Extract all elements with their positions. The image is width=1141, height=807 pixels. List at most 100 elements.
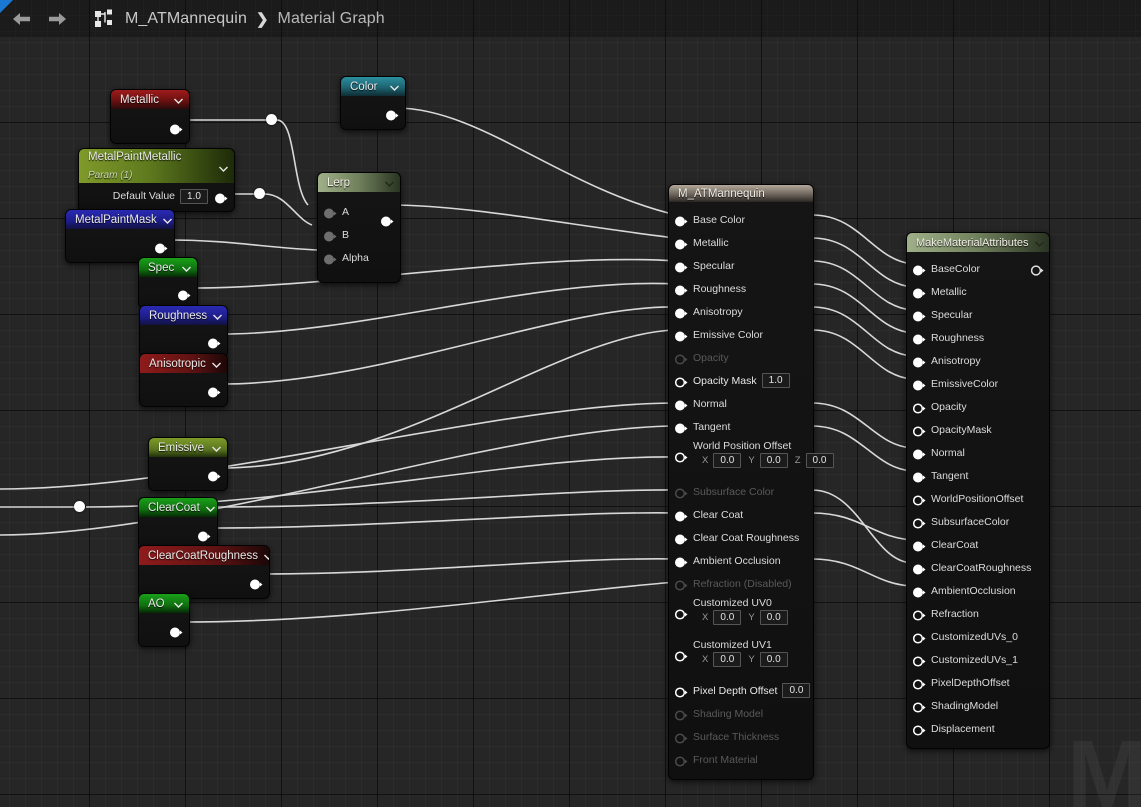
pin-row[interactable]: Anisotropy: [907, 349, 1049, 372]
reroute-node[interactable]: [266, 114, 277, 125]
pin-row[interactable]: Normal: [669, 392, 813, 415]
node-header[interactable]: Emissive: [149, 438, 227, 457]
pin-row[interactable]: Clear Coat: [669, 503, 813, 526]
pin-row[interactable]: BaseColor: [907, 257, 1049, 280]
breadcrumb-item-graph[interactable]: Material Graph: [278, 10, 385, 28]
pin-connector[interactable]: [674, 685, 688, 698]
pin-row[interactable]: Anisotropy: [669, 300, 813, 323]
arrow-right-icon[interactable]: [44, 7, 70, 31]
chevron-down-icon[interactable]: [212, 355, 221, 373]
pin-row[interactable]: ClearCoatRoughness: [907, 556, 1049, 579]
node-clearcoat-roughness[interactable]: ClearCoatRoughness: [138, 545, 270, 599]
pin-connector[interactable]: [675, 329, 688, 342]
pin-row[interactable]: EmissiveColor: [907, 372, 1049, 395]
output-pin[interactable]: [215, 191, 228, 204]
chevron-down-icon[interactable]: [174, 91, 183, 109]
node-header[interactable]: Lerp: [318, 173, 400, 192]
node-roughness[interactable]: Roughness: [139, 305, 228, 358]
pin-row[interactable]: Pixel Depth Offset 0.0: [669, 679, 813, 702]
axis-value-input[interactable]: 0.0: [713, 453, 742, 468]
pin-connector[interactable]: [674, 731, 688, 744]
node-header[interactable]: AO: [139, 594, 189, 613]
pin-connector[interactable]: [913, 585, 926, 598]
pin-connector[interactable]: [674, 375, 688, 388]
node-metal-paint-mask[interactable]: MetalPaintMask: [65, 209, 175, 263]
chevron-down-icon[interactable]: [263, 547, 269, 565]
axis-value-input[interactable]: 0.0: [713, 610, 742, 625]
pin-connector[interactable]: [675, 398, 688, 411]
chevron-down-icon[interactable]: [174, 595, 183, 613]
node-lerp[interactable]: Lerp A B Alpha: [317, 172, 401, 283]
pin-row[interactable]: Clear Coat Roughness: [669, 526, 813, 549]
axis-value-input[interactable]: 0.0: [759, 453, 788, 468]
pin-connector[interactable]: [912, 700, 926, 713]
pin-connector[interactable]: [913, 263, 926, 276]
pin-row[interactable]: Front Material: [669, 748, 813, 771]
reroute-node[interactable]: [74, 501, 85, 512]
node-header[interactable]: MetalPaintMetallic Param (1): [79, 149, 234, 183]
pin-connector[interactable]: [912, 723, 926, 736]
pin-row[interactable]: Refraction: [907, 602, 1049, 625]
pin-connector[interactable]: [912, 677, 926, 690]
pin-value-input[interactable]: 1.0: [761, 373, 790, 388]
chevron-down-icon[interactable]: [162, 211, 172, 229]
pin-connector[interactable]: [674, 649, 688, 662]
node-make-material-attributes[interactable]: MakeMaterialAttributes BaseColor Metallic…: [906, 232, 1050, 749]
pin-connector[interactable]: [912, 654, 926, 667]
pin-connector[interactable]: [913, 470, 926, 483]
pin-row[interactable]: Customized UV1 X 0.0 Y 0.0: [669, 637, 813, 679]
pin-row[interactable]: WorldPositionOffset: [907, 487, 1049, 510]
node-header[interactable]: Spec: [139, 258, 197, 277]
pin-connector[interactable]: [912, 493, 926, 506]
pin-connector[interactable]: [912, 516, 926, 529]
output-pin[interactable]: [155, 241, 168, 254]
pin-row[interactable]: ClearCoat: [907, 533, 1049, 556]
pin-row[interactable]: ShadingModel: [907, 694, 1049, 717]
lerp-input-alpha[interactable]: Alpha: [318, 246, 400, 269]
pin-row[interactable]: Subsurface Color: [669, 480, 813, 503]
graph-canvas[interactable]: Metallic MetalPaintMetallic Param (1) De…: [0, 37, 1141, 807]
output-pin[interactable]: [386, 108, 399, 121]
pin-row[interactable]: Specular: [907, 303, 1049, 326]
chevron-down-icon[interactable]: [212, 439, 221, 457]
pin-connector[interactable]: [674, 708, 688, 721]
pin-connector[interactable]: [912, 401, 926, 414]
output-pin[interactable]: [208, 469, 221, 482]
pin-row[interactable]: Opacity Mask 1.0: [669, 369, 813, 392]
node-header[interactable]: MetalPaintMask: [66, 210, 174, 229]
pin-row[interactable]: SubsurfaceColor: [907, 510, 1049, 533]
pin-row[interactable]: CustomizedUVs_1: [907, 648, 1049, 671]
pin-connector[interactable]: [675, 306, 688, 319]
pin-row[interactable]: Roughness: [669, 277, 813, 300]
pin-row[interactable]: Specular: [669, 254, 813, 277]
pin-connector[interactable]: [674, 450, 688, 463]
chevron-down-icon[interactable]: [213, 307, 223, 325]
output-pin[interactable]: [381, 214, 394, 227]
node-header[interactable]: ClearCoatRoughness: [139, 546, 269, 565]
pin-connector[interactable]: [913, 539, 926, 552]
chevron-down-icon[interactable]: [390, 78, 399, 96]
pin-connector[interactable]: [674, 607, 688, 620]
pin-row[interactable]: Customized UV0 X 0.0 Y 0.0: [669, 595, 813, 637]
pin-row[interactable]: World Position Offset X 0.0 Y 0.0 Z 0.0: [669, 438, 834, 480]
pin-row[interactable]: Metallic: [669, 231, 813, 254]
node-color[interactable]: Color: [340, 76, 406, 130]
pin-connector[interactable]: [913, 447, 926, 460]
node-ao[interactable]: AO: [138, 593, 190, 647]
pin-connector[interactable]: [913, 562, 926, 575]
chevron-down-icon[interactable]: [205, 499, 215, 517]
axis-value-input[interactable]: 0.0: [805, 453, 834, 468]
pin-connector[interactable]: [675, 509, 688, 522]
node-header[interactable]: MakeMaterialAttributes: [907, 233, 1049, 252]
node-emissive[interactable]: Emissive: [148, 437, 228, 491]
pin-value-input[interactable]: 0.0: [782, 683, 811, 698]
pin-row[interactable]: Surface Thickness: [669, 725, 813, 748]
output-pin[interactable]: [198, 529, 211, 542]
node-material-output[interactable]: M_ATMannequin Base Color Metallic Specular…: [668, 184, 834, 780]
pin-row[interactable]: Emissive Color: [669, 323, 813, 346]
pin-connector[interactable]: [913, 332, 926, 345]
chevron-down-icon[interactable]: [219, 159, 228, 177]
pin-row[interactable]: Displacement: [907, 717, 1049, 740]
input-pin[interactable]: [324, 229, 337, 242]
pin-row[interactable]: Metallic: [907, 280, 1049, 303]
